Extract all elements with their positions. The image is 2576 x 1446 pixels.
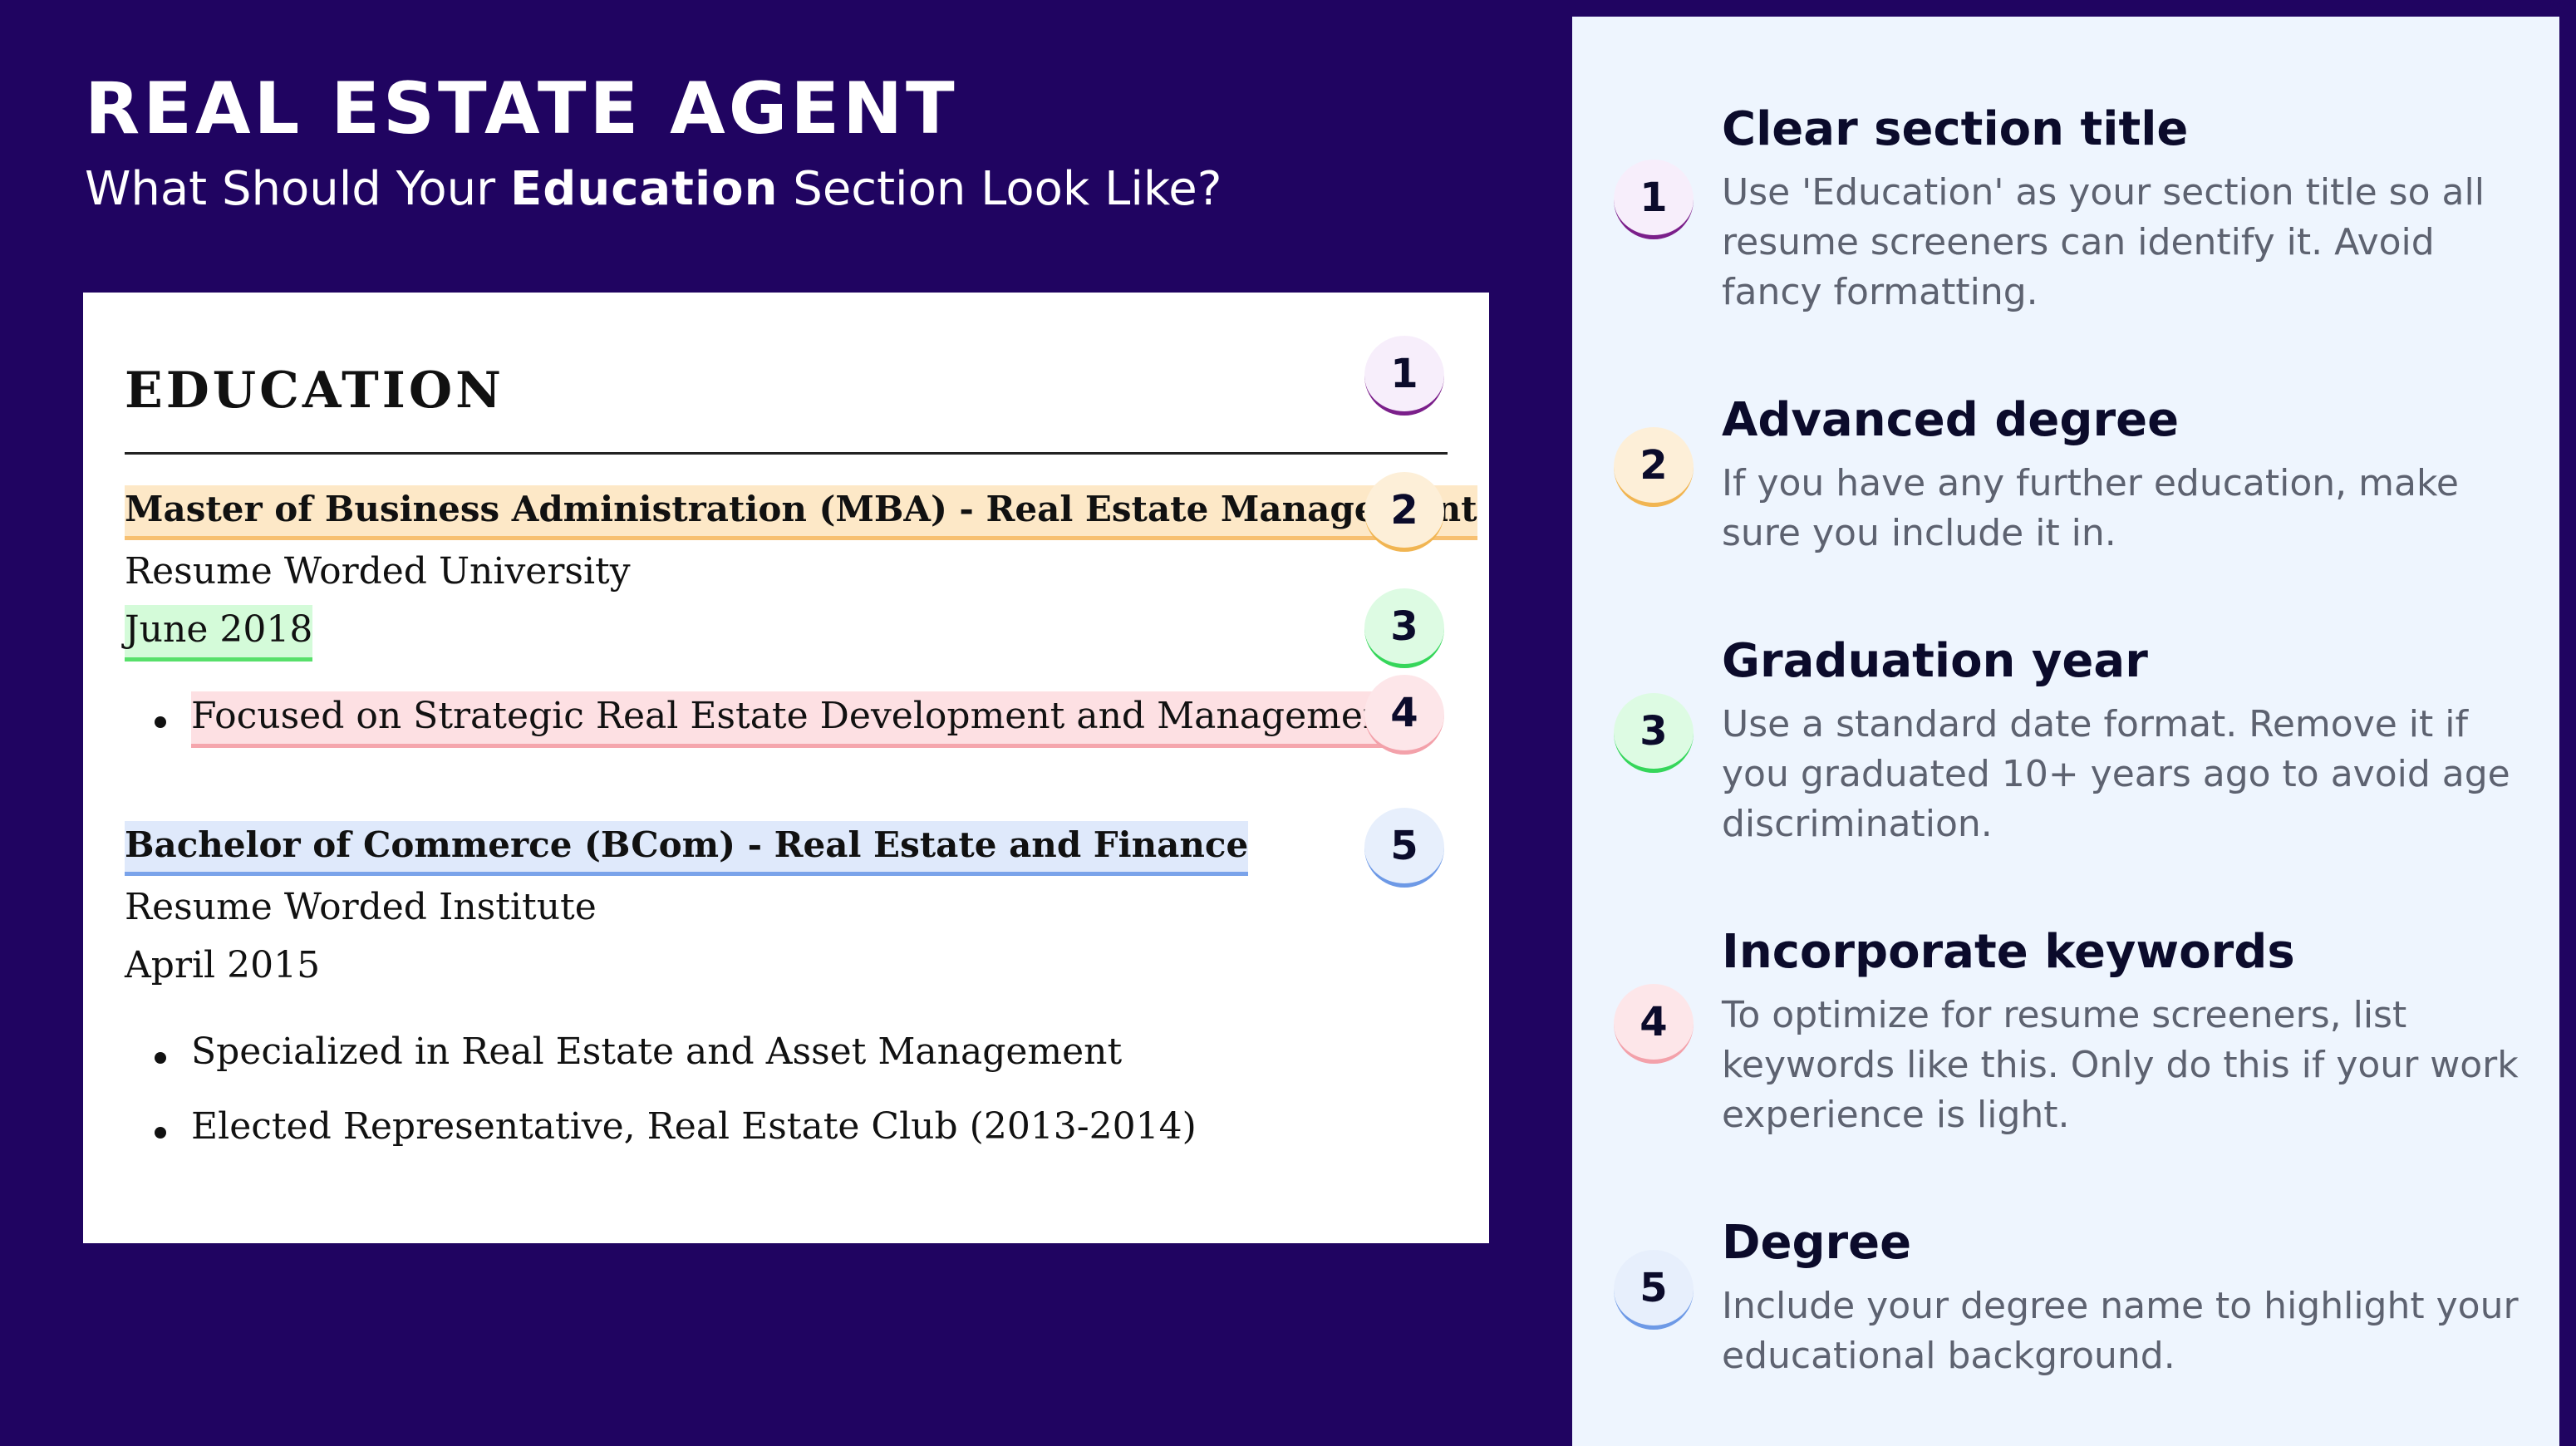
tip-4-title: Incorporate keywords [1722,925,2295,979]
marker-5-badge: 5 [1364,808,1444,888]
tip-3-badge: 3 [1614,693,1694,773]
degree-highlight-1: Master of Business Administration (MBA) … [125,485,1477,540]
tip-3-title: Graduation year [1722,634,2148,688]
page-subtitle: What Should Your Education Section Look … [85,166,1222,213]
entry-2-bullet-2: Elected Representative, Real Estate Club… [191,1105,1197,1148]
bullet-dot [155,716,166,728]
tip-2-badge: 2 [1614,427,1694,507]
section-divider [125,452,1448,455]
marker-1-badge: 1 [1364,336,1444,416]
entry-2-date: April 2015 [125,944,321,986]
subtitle-prefix: What Should Your [85,162,510,216]
tip-5-body: Include your degree name to highlight yo… [1722,1285,2519,1377]
marker-2-badge: 2 [1364,472,1444,552]
tip-2-title: Advanced degree [1722,393,2180,447]
tip-5-title: Degree [1722,1216,1912,1270]
entry-1-bullet-1: Focused on Strategic Real Estate Develop… [191,691,1401,748]
resume-education-card: EDUCATION Master of Business Administrat… [83,293,1489,1243]
tip-4-body: To optimize for resume screeners, list k… [1722,994,2519,1136]
tips-panel: 1 Clear section title Use 'Education' as… [1572,17,2559,1446]
marker-3-badge: 3 [1364,588,1444,668]
entry-1-degree: Master of Business Administration (MBA) … [125,485,1477,540]
tip-5-badge: 5 [1614,1250,1694,1330]
keyword-highlight: Focused on Strategic Real Estate Develop… [191,691,1401,748]
marker-4-badge: 4 [1364,675,1444,755]
page-title: REAL ESTATE AGENT [85,67,958,150]
tip-1-body: Use 'Education' as your section title so… [1722,171,2485,313]
tip-3-body: Use a standard date format. Remove it if… [1722,703,2510,845]
entry-2-degree: Bachelor of Commerce (BCom) - Real Estat… [125,821,1249,876]
entry-1-school: Resume Worded University [125,550,631,593]
entry-2-school: Resume Worded Institute [125,886,597,928]
degree-highlight-2: Bachelor of Commerce (BCom) - Real Estat… [125,821,1249,876]
entry-2-bullet-1: Specialized in Real Estate and Asset Man… [191,1030,1123,1073]
tip-4-badge: 4 [1614,984,1694,1064]
date-highlight-1: June 2018 [125,605,313,662]
bullet-dot [155,1052,166,1064]
subtitle-emphasis: Education [509,162,779,216]
subtitle-suffix: Section Look Like? [778,162,1222,216]
bullet-dot [155,1127,166,1139]
entry-1-date: June 2018 [125,605,313,662]
tip-1-badge: 1 [1614,160,1694,239]
tip-1-title: Clear section title [1722,102,2189,156]
education-section-title: EDUCATION [125,362,504,420]
tip-2-body: If you have any further education, make … [1722,462,2459,554]
